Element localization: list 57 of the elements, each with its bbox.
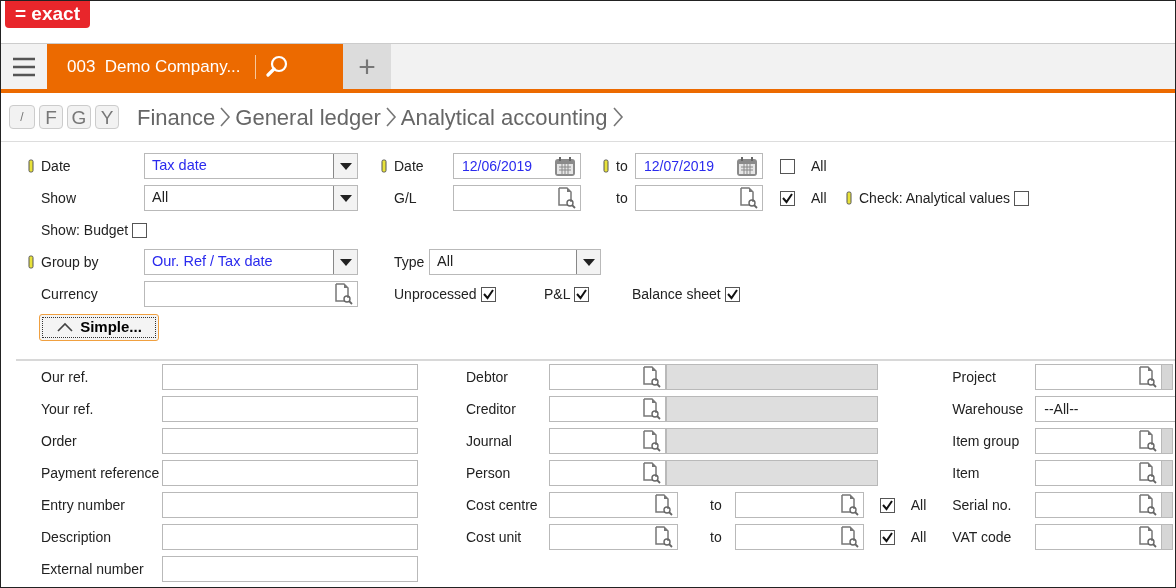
field-label: Person (466, 463, 511, 483)
checkbox-label: Check: Analytical values (859, 188, 1010, 208)
range-label: to (710, 527, 722, 547)
checkbox-label: All (811, 188, 827, 208)
field-label: Cost unit (466, 527, 522, 547)
checkbox-label: Show: Budget (41, 220, 129, 240)
field-label: Debtor (466, 367, 509, 387)
new-tab-button[interactable]: + (343, 44, 391, 89)
checkbox-label: All (811, 156, 827, 176)
company-tab[interactable]: 003 Demo Company... (47, 44, 343, 89)
shortcut-key[interactable]: G (67, 105, 91, 129)
field-label: to (616, 156, 628, 176)
checkbox-label: P&L (544, 284, 571, 304)
breadcrumb-link[interactable]: General ledger (235, 100, 381, 134)
checkbox-label: Balance sheet (632, 284, 721, 304)
field-label: Creditor (466, 399, 516, 419)
field-label: G/L (394, 188, 417, 208)
shortcut-key[interactable]: / (9, 105, 35, 129)
field-label: Warehouse (952, 399, 1024, 419)
logo: = exact (5, 1, 90, 28)
checkbox-label: Unprocessed (394, 284, 477, 304)
field-label: Journal (466, 431, 512, 451)
field-label: Date (41, 156, 71, 176)
breadcrumb-link[interactable]: Analytical accounting (400, 100, 608, 134)
dropdown-field[interactable]: Our. Ref / Tax date (144, 249, 358, 275)
breadcrumb-link[interactable]: Finance (137, 100, 216, 134)
field-label: Item group (952, 431, 1020, 451)
field-label: Order (41, 431, 77, 451)
shortcut-key[interactable]: Y (95, 105, 119, 129)
field-label: Your ref. (41, 399, 94, 419)
checkbox-label: All (910, 495, 927, 515)
range-label: to (710, 495, 722, 515)
field-label: to (616, 188, 628, 208)
field-label: Date (394, 156, 424, 176)
field-label: Payment reference (41, 463, 160, 483)
field-label: External number (41, 559, 144, 579)
text-field[interactable]: --All-- (1035, 396, 1175, 422)
field-label: Our ref. (41, 367, 89, 387)
field-label: Project (952, 367, 996, 387)
simple-toggle-button[interactable]: Simple... (39, 314, 159, 341)
field-label: Currency (41, 284, 98, 304)
field-label: Serial no. (952, 495, 1012, 515)
field-label: Show (41, 188, 77, 208)
field-label: VAT code (952, 527, 1012, 547)
field-label: Entry number (41, 495, 126, 515)
field-label: Group by (41, 252, 99, 272)
dropdown-field[interactable]: All (429, 249, 601, 275)
shortcut-key[interactable]: F (39, 105, 63, 129)
checkbox-label: All (910, 527, 927, 547)
field-label: Cost centre (466, 495, 538, 515)
date-field[interactable]: 12/06/2019 (453, 153, 581, 179)
field-label: Description (41, 527, 112, 547)
dropdown-field[interactable]: All (144, 185, 358, 211)
dropdown-field[interactable]: Tax date (144, 153, 358, 179)
field-label: Item (952, 463, 980, 483)
date-field[interactable]: 12/07/2019 (635, 153, 763, 179)
field-label: Type (394, 252, 425, 272)
